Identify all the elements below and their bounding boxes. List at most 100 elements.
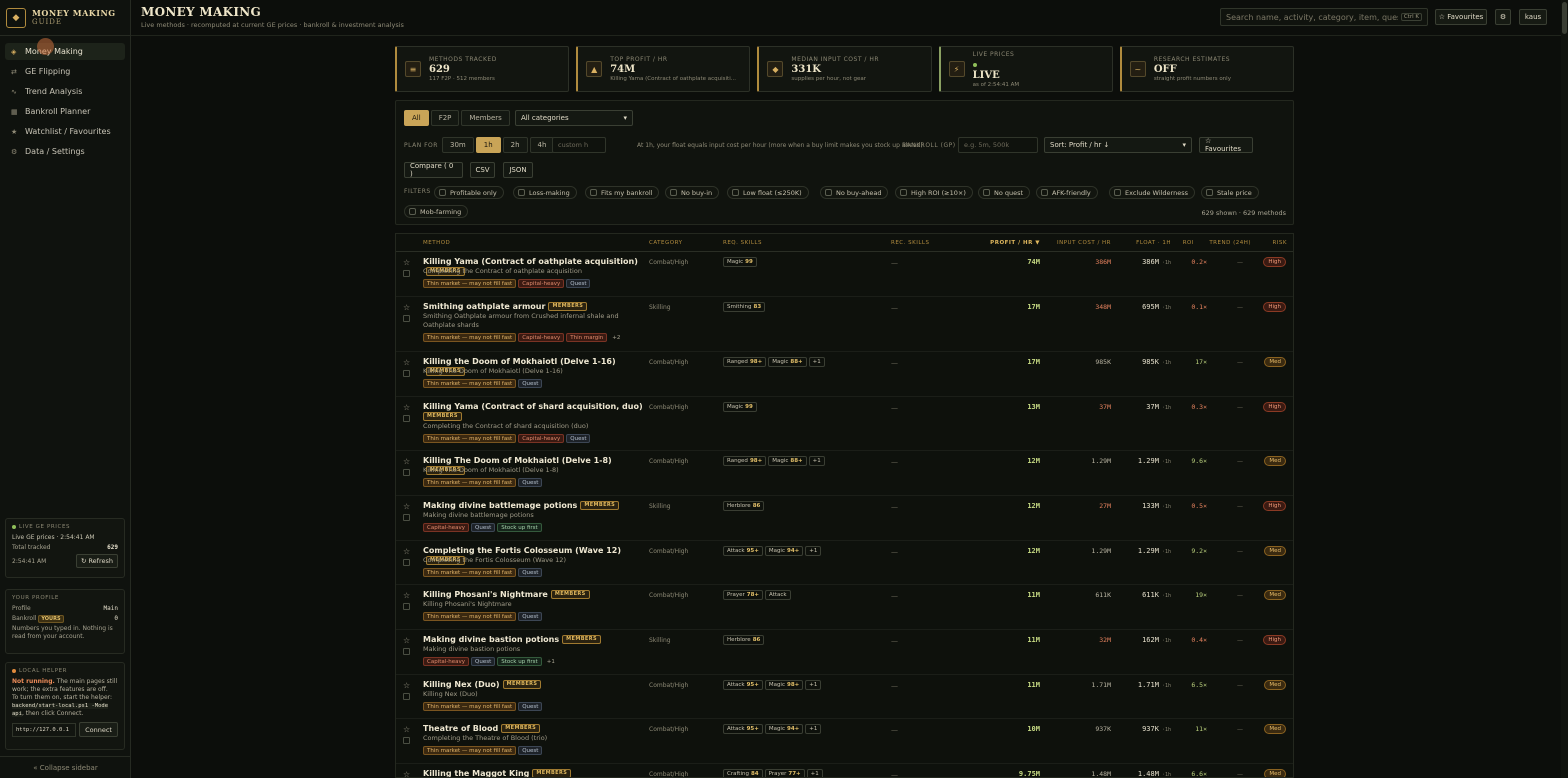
user-button[interactable]: kaus (1519, 9, 1547, 25)
sidebar-item-data-settings[interactable]: ⚙ Data / Settings (5, 143, 125, 160)
row-checkbox[interactable] (403, 415, 410, 422)
method-name[interactable]: Killing Nex (Duo) MEMBERS (423, 680, 643, 690)
page-scrollbar[interactable] (1561, 0, 1568, 778)
star-icon[interactable]: ☆ (403, 770, 410, 777)
table-row[interactable]: ☆ Completing the Fortis Colosseum (Wave 1… (396, 541, 1293, 585)
filter-stale-price[interactable]: Stale price (1201, 186, 1259, 199)
row-checkbox[interactable] (403, 559, 410, 566)
compare-button[interactable]: Compare ( 0 ) (404, 162, 463, 178)
duration-2h[interactable]: 2h (502, 137, 528, 153)
duration-4h[interactable]: 4h (529, 137, 555, 153)
col-rec-skills[interactable]: REC. SKILLS (891, 240, 929, 246)
method-name[interactable]: Killing the Maggot King MEMBERS (423, 769, 643, 777)
row-checkbox[interactable] (403, 693, 410, 700)
helper-url-input[interactable]: http://127.0.0.1 (12, 722, 76, 737)
table-row[interactable]: ☆ Theatre of Blood MEMBERS Completing the T… (396, 719, 1293, 764)
row-checkbox[interactable] (403, 315, 410, 322)
skill-more[interactable]: +1 (808, 357, 825, 367)
table-row[interactable]: ☆ Killing Phosani's Nightmare MEMBERS Killi… (396, 585, 1293, 630)
method-name[interactable]: Making divine bastion potions MEMBERS (423, 635, 643, 645)
duration-1h[interactable]: 1h (475, 137, 501, 153)
sidebar-item-trend-analysis[interactable]: ∿ Trend Analysis (5, 83, 125, 100)
filter-exclude-wilderness[interactable]: Exclude Wilderness (1109, 186, 1196, 199)
row-checkbox[interactable] (403, 270, 410, 277)
col-trend[interactable]: TREND (24H) (1209, 240, 1251, 246)
col-roi[interactable]: ROI (1183, 240, 1194, 246)
membership-f2p[interactable]: F2P (430, 110, 460, 126)
method-name[interactable]: Making divine battlemage potions MEMBERS (423, 501, 643, 511)
table-row[interactable]: ☆ Killing The Doom of Mokhaiotl (Delve 1-… (396, 451, 1293, 496)
method-name[interactable]: Killing Yama (Contract of shard acquisit… (423, 402, 643, 422)
bankroll-value[interactable]: 0 (114, 615, 118, 622)
table-row[interactable]: ☆ Smithing oathplate armour MEMBERS Smithin… (396, 297, 1293, 352)
membership-members[interactable]: Members (461, 110, 510, 126)
table-row[interactable]: ☆ Killing Yama (Contract of shard acquisi… (396, 397, 1293, 451)
filter-no-quest[interactable]: No quest (978, 186, 1031, 199)
brand[interactable]: ◆ MONEY MAKING GUIDE (0, 0, 130, 36)
filter-no-buy-ahead[interactable]: No buy-ahead (820, 186, 889, 199)
table-row[interactable]: ☆ Killing Nex (Duo) MEMBERS Killing Nex (Du… (396, 675, 1293, 719)
custom-hours-input[interactable]: custom h (552, 137, 606, 153)
star-icon[interactable]: ☆ (403, 636, 410, 645)
filter-loss-making[interactable]: Loss-making (513, 186, 577, 199)
skill-more[interactable]: +1 (805, 546, 822, 556)
table-row[interactable]: ☆ Making divine bastion potions MEMBERS Mak… (396, 630, 1293, 675)
table-row[interactable]: ☆ Making divine battlemage potions MEMBERS… (396, 496, 1293, 541)
bankroll-input[interactable]: e.g. 5m, 500k (958, 137, 1038, 153)
method-name[interactable]: Smithing oathplate armour MEMBERS (423, 302, 643, 312)
method-name[interactable]: Theatre of Blood MEMBERS (423, 724, 643, 734)
profile-value[interactable]: Main (104, 605, 118, 612)
row-checkbox[interactable] (403, 737, 410, 744)
row-checkbox[interactable] (403, 648, 410, 655)
col-input-cost[interactable]: INPUT COST / HR (1057, 240, 1111, 246)
filter-low-float-250k[interactable]: Low float (≤250K) (727, 186, 809, 199)
col-float[interactable]: FLOAT · 1H (1136, 240, 1171, 246)
star-icon[interactable]: ☆ (403, 258, 410, 267)
star-icon[interactable]: ☆ (403, 303, 410, 312)
row-checkbox[interactable] (403, 469, 410, 476)
sidebar-item-bankroll-planner[interactable]: ▦ Bankroll Planner (5, 103, 125, 120)
star-icon[interactable]: ☆ (403, 502, 410, 511)
sidebar-item-money-making[interactable]: ◈ Money Making (5, 38, 125, 60)
method-name[interactable]: Killing Phosani's Nightmare MEMBERS (423, 590, 643, 600)
star-icon[interactable]: ☆ (403, 591, 410, 600)
star-icon[interactable]: ☆ (403, 725, 410, 734)
col-profit[interactable]: PROFIT / HR ▼ (990, 240, 1040, 246)
sort-select[interactable]: Sort: Profit / hr ↓ ▾ (1044, 137, 1192, 153)
skill-more[interactable]: +1 (806, 769, 823, 777)
connect-button[interactable]: Connect (79, 722, 118, 737)
col-category[interactable]: CATEGORY (649, 240, 682, 246)
star-icon[interactable]: ☆ (403, 403, 410, 412)
skill-more[interactable]: +1 (808, 456, 825, 466)
table-row[interactable]: ☆ Killing the Doom of Mokhaiotl (Delve 1-… (396, 352, 1293, 397)
scrollbar-thumb[interactable] (1562, 2, 1567, 34)
col-req-skills[interactable]: REQ. SKILLS (723, 240, 762, 246)
json-export-button[interactable]: JSON (503, 162, 533, 178)
col-method[interactable]: METHOD (423, 240, 450, 246)
refresh-button[interactable]: ↻ Refresh (75, 554, 118, 568)
row-checkbox[interactable] (403, 514, 410, 521)
star-icon[interactable]: ☆ (403, 457, 410, 466)
sidebar-item-watchlist-favourites[interactable]: ★ Watchlist / Favourites (5, 123, 125, 140)
skill-more[interactable]: +1 (805, 724, 822, 734)
table-row[interactable]: ☆ Killing Yama (Contract of oathplate acq… (396, 252, 1293, 297)
filter-afk-friendly[interactable]: AFK-friendly (1036, 186, 1098, 199)
duration-30m[interactable]: 30m (442, 137, 474, 153)
row-checkbox[interactable] (403, 370, 410, 377)
filter-high-roi-10[interactable]: High ROI (≥10×) (895, 186, 973, 199)
filter-no-buy-in[interactable]: No buy-in (665, 186, 720, 199)
col-risk[interactable]: RISK (1272, 240, 1287, 246)
favourites-filter-button[interactable]: ☆ Favourites (1199, 137, 1253, 153)
star-icon[interactable]: ☆ (403, 358, 410, 367)
csv-export-button[interactable]: CSV (470, 162, 495, 178)
membership-all[interactable]: All (404, 110, 429, 126)
collapse-sidebar-button[interactable]: « Collapse sidebar (0, 756, 131, 778)
category-select[interactable]: All categories ▾ (515, 110, 633, 126)
row-checkbox[interactable] (403, 603, 410, 610)
table-row[interactable]: ☆ Killing the Maggot King MEMBERS Combat/Hi… (396, 764, 1293, 777)
sidebar-item-ge-flipping[interactable]: ⇄ GE Flipping (5, 63, 125, 80)
settings-gear-icon[interactable]: ⚙ (1495, 9, 1511, 25)
filter-profitable-only[interactable]: Profitable only (434, 186, 504, 199)
filter-fits-my-bankroll[interactable]: Fits my bankroll (585, 186, 660, 199)
search-input[interactable]: Search name, activity, category, item, q… (1220, 8, 1428, 26)
